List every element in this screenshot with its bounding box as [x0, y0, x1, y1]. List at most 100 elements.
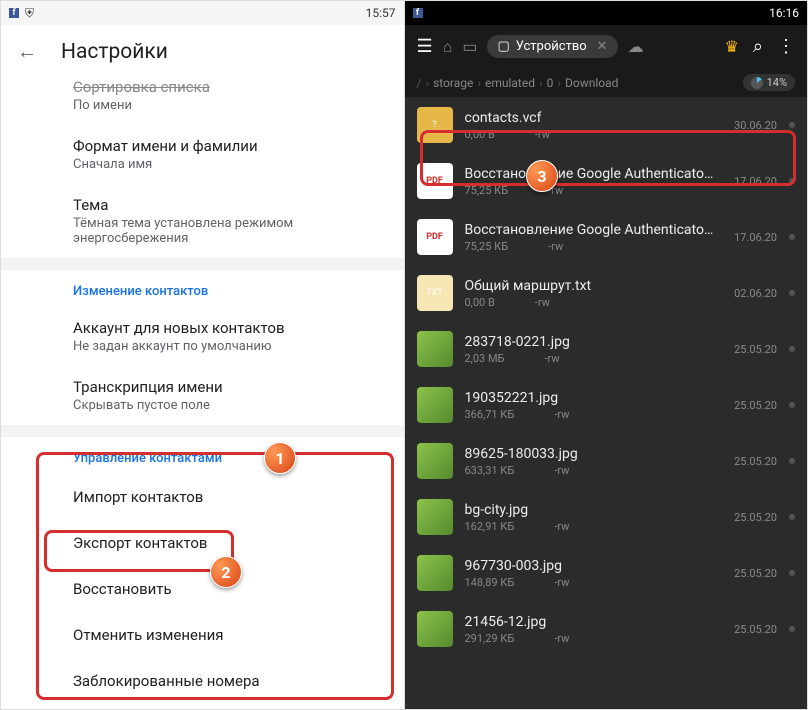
file-row[interactable]: 89625-180033.jpg 633,31 КБ -rw 25.05.20 [405, 433, 808, 489]
file-perm: -rw [535, 128, 550, 141]
back-arrow-icon[interactable]: ← [17, 39, 37, 64]
file-thumb-icon [417, 443, 453, 479]
file-row[interactable]: 967730-003.jpg 148,89 КБ -rw 25.05.20 [405, 545, 808, 601]
file-size: 162,91 КБ [465, 520, 515, 533]
shield-icon: ⛨ [25, 6, 34, 21]
file-name: contacts.vcf [465, 110, 716, 126]
section-manage-contacts: Управление контактами [1, 437, 404, 474]
toolbar: ☰ ⌂ ▭ ▢ Устройство ✕ ☁ ♛ ⌕ ⋮ [405, 25, 808, 68]
facebook-icon: f [9, 8, 19, 18]
dot-icon [789, 402, 795, 408]
file-perm: -rw [554, 576, 569, 589]
setting-import[interactable]: Импорт контактов [1, 474, 404, 520]
file-name: 89625-180033.jpg [465, 446, 716, 462]
file-row[interactable]: PDF Восстановление Google Authenticator.… [405, 209, 808, 265]
file-size: 291,29 КБ [465, 632, 515, 645]
file-name: 190352221.jpg [465, 390, 716, 406]
file-name: 967730-003.jpg [465, 558, 716, 574]
dot-icon [789, 178, 795, 184]
file-thumb-icon: ? [417, 107, 453, 143]
dot-icon [789, 290, 795, 296]
file-size: 2,03 МБ [465, 352, 505, 365]
setting-restore[interactable]: Восстановить [1, 566, 404, 612]
dot-icon [789, 514, 795, 520]
dot-icon [789, 346, 795, 352]
file-size: 0,00 B [465, 296, 495, 309]
more-icon[interactable]: ⋮ [777, 36, 795, 57]
file-row[interactable]: 21456-12.jpg 291,29 КБ -rw 25.05.20 [405, 601, 808, 657]
setting-transcription[interactable]: Транскрипция имени Скрывать пустое поле [1, 366, 404, 425]
menu-icon[interactable]: ☰ [417, 36, 433, 57]
file-size: 0,00 B [465, 128, 495, 141]
file-row[interactable]: 190352221.jpg 366,71 КБ -rw 25.05.20 [405, 377, 808, 433]
file-perm: -rw [554, 520, 569, 533]
file-perm: -rw [554, 464, 569, 477]
file-perm: -rw [548, 240, 563, 253]
file-list: ? contacts.vcf 0,00 B -rw 30.06.20 PDF В… [405, 97, 808, 657]
file-date: 25.05.20 [727, 511, 777, 524]
setting-name-format[interactable]: Формат имени и фамилии Сначала имя [1, 125, 404, 184]
file-date: 25.05.20 [727, 455, 777, 468]
setting-undo[interactable]: Отменить изменения [1, 612, 404, 658]
dot-icon [789, 626, 795, 632]
badge-3: 3 [526, 160, 558, 192]
file-date: 25.05.20 [727, 399, 777, 412]
file-row[interactable]: PDF Восстановление Google Authenticator-… [405, 153, 808, 209]
file-perm: -rw [554, 408, 569, 421]
dot-icon [789, 458, 795, 464]
file-date: 25.05.20 [727, 567, 777, 580]
setting-new-account[interactable]: Аккаунт для новых контактов Не задан акк… [1, 307, 404, 366]
file-name: 21456-12.jpg [465, 614, 716, 630]
file-size: 148,89 КБ [465, 576, 515, 589]
file-row[interactable]: 283718-0221.jpg 2,03 МБ -rw 25.05.20 [405, 321, 808, 377]
file-thumb-icon [417, 611, 453, 647]
cloud-icon[interactable]: ☁ [628, 37, 644, 56]
file-date: 25.05.20 [727, 623, 777, 636]
file-size: 633,31 КБ [465, 464, 515, 477]
file-size: 75,25 КБ [465, 240, 509, 253]
file-row[interactable]: ? contacts.vcf 0,00 B -rw 30.06.20 [405, 97, 808, 153]
folder-icon[interactable]: ▭ [462, 37, 477, 56]
pie-icon [751, 77, 763, 89]
search-icon[interactable]: ⌕ [753, 36, 763, 57]
status-time: 16:16 [769, 6, 799, 20]
status-time: 15:57 [366, 6, 396, 20]
file-date: 02.06.20 [727, 287, 777, 300]
dot-icon [789, 122, 795, 128]
badge-2: 2 [210, 556, 242, 588]
file-thumb-icon: TXT [417, 275, 453, 311]
setting-sort[interactable]: Сортировка списка По имени [1, 78, 404, 125]
home-icon[interactable]: ⌂ [443, 37, 453, 57]
divider [1, 425, 404, 437]
status-bar: f 16:16 [405, 1, 808, 25]
file-name: Восстановление Google Authenticator-1.pd… [465, 166, 716, 182]
status-bar: f ⛨ 15:57 [1, 1, 404, 25]
device-tab[interactable]: ▢ Устройство ✕ [487, 35, 617, 58]
settings-screen: f ⛨ 15:57 ← Настройки Сортировка списка … [1, 1, 405, 709]
dot-icon [789, 570, 795, 576]
file-row[interactable]: TXT Общий маршрут.txt 0,00 B -rw 02.06.2… [405, 265, 808, 321]
facebook-icon: f [413, 8, 423, 18]
file-name: Общий маршрут.txt [465, 278, 716, 294]
storage-indicator[interactable]: 14% [743, 74, 795, 91]
file-name: 283718-0221.jpg [465, 334, 716, 350]
badge-1: 1 [264, 442, 296, 474]
file-name: bg-city.jpg [465, 502, 716, 518]
close-icon[interactable]: ✕ [597, 39, 608, 54]
setting-export[interactable]: Экспорт контактов [1, 520, 404, 566]
file-date: 17.06.20 [727, 175, 777, 188]
setting-blocked[interactable]: Заблокированные номера [1, 658, 404, 704]
file-date: 17.06.20 [727, 231, 777, 244]
file-perm: -rw [554, 632, 569, 645]
header: ← Настройки [1, 25, 404, 78]
file-name: Восстановление Google Authenticator.pdf [465, 222, 716, 238]
file-size: 366,71 КБ [465, 408, 515, 421]
crown-icon[interactable]: ♛ [725, 37, 739, 56]
file-perm: -rw [544, 352, 559, 365]
file-thumb-icon [417, 555, 453, 591]
file-row[interactable]: bg-city.jpg 162,91 КБ -rw 25.05.20 [405, 489, 808, 545]
dot-icon [789, 234, 795, 240]
file-date: 25.05.20 [727, 343, 777, 356]
setting-theme[interactable]: Тема Тёмная тема установлена режимом эне… [1, 184, 404, 258]
breadcrumb[interactable]: /› storage› emulated› 0› Download 14% [405, 68, 808, 97]
